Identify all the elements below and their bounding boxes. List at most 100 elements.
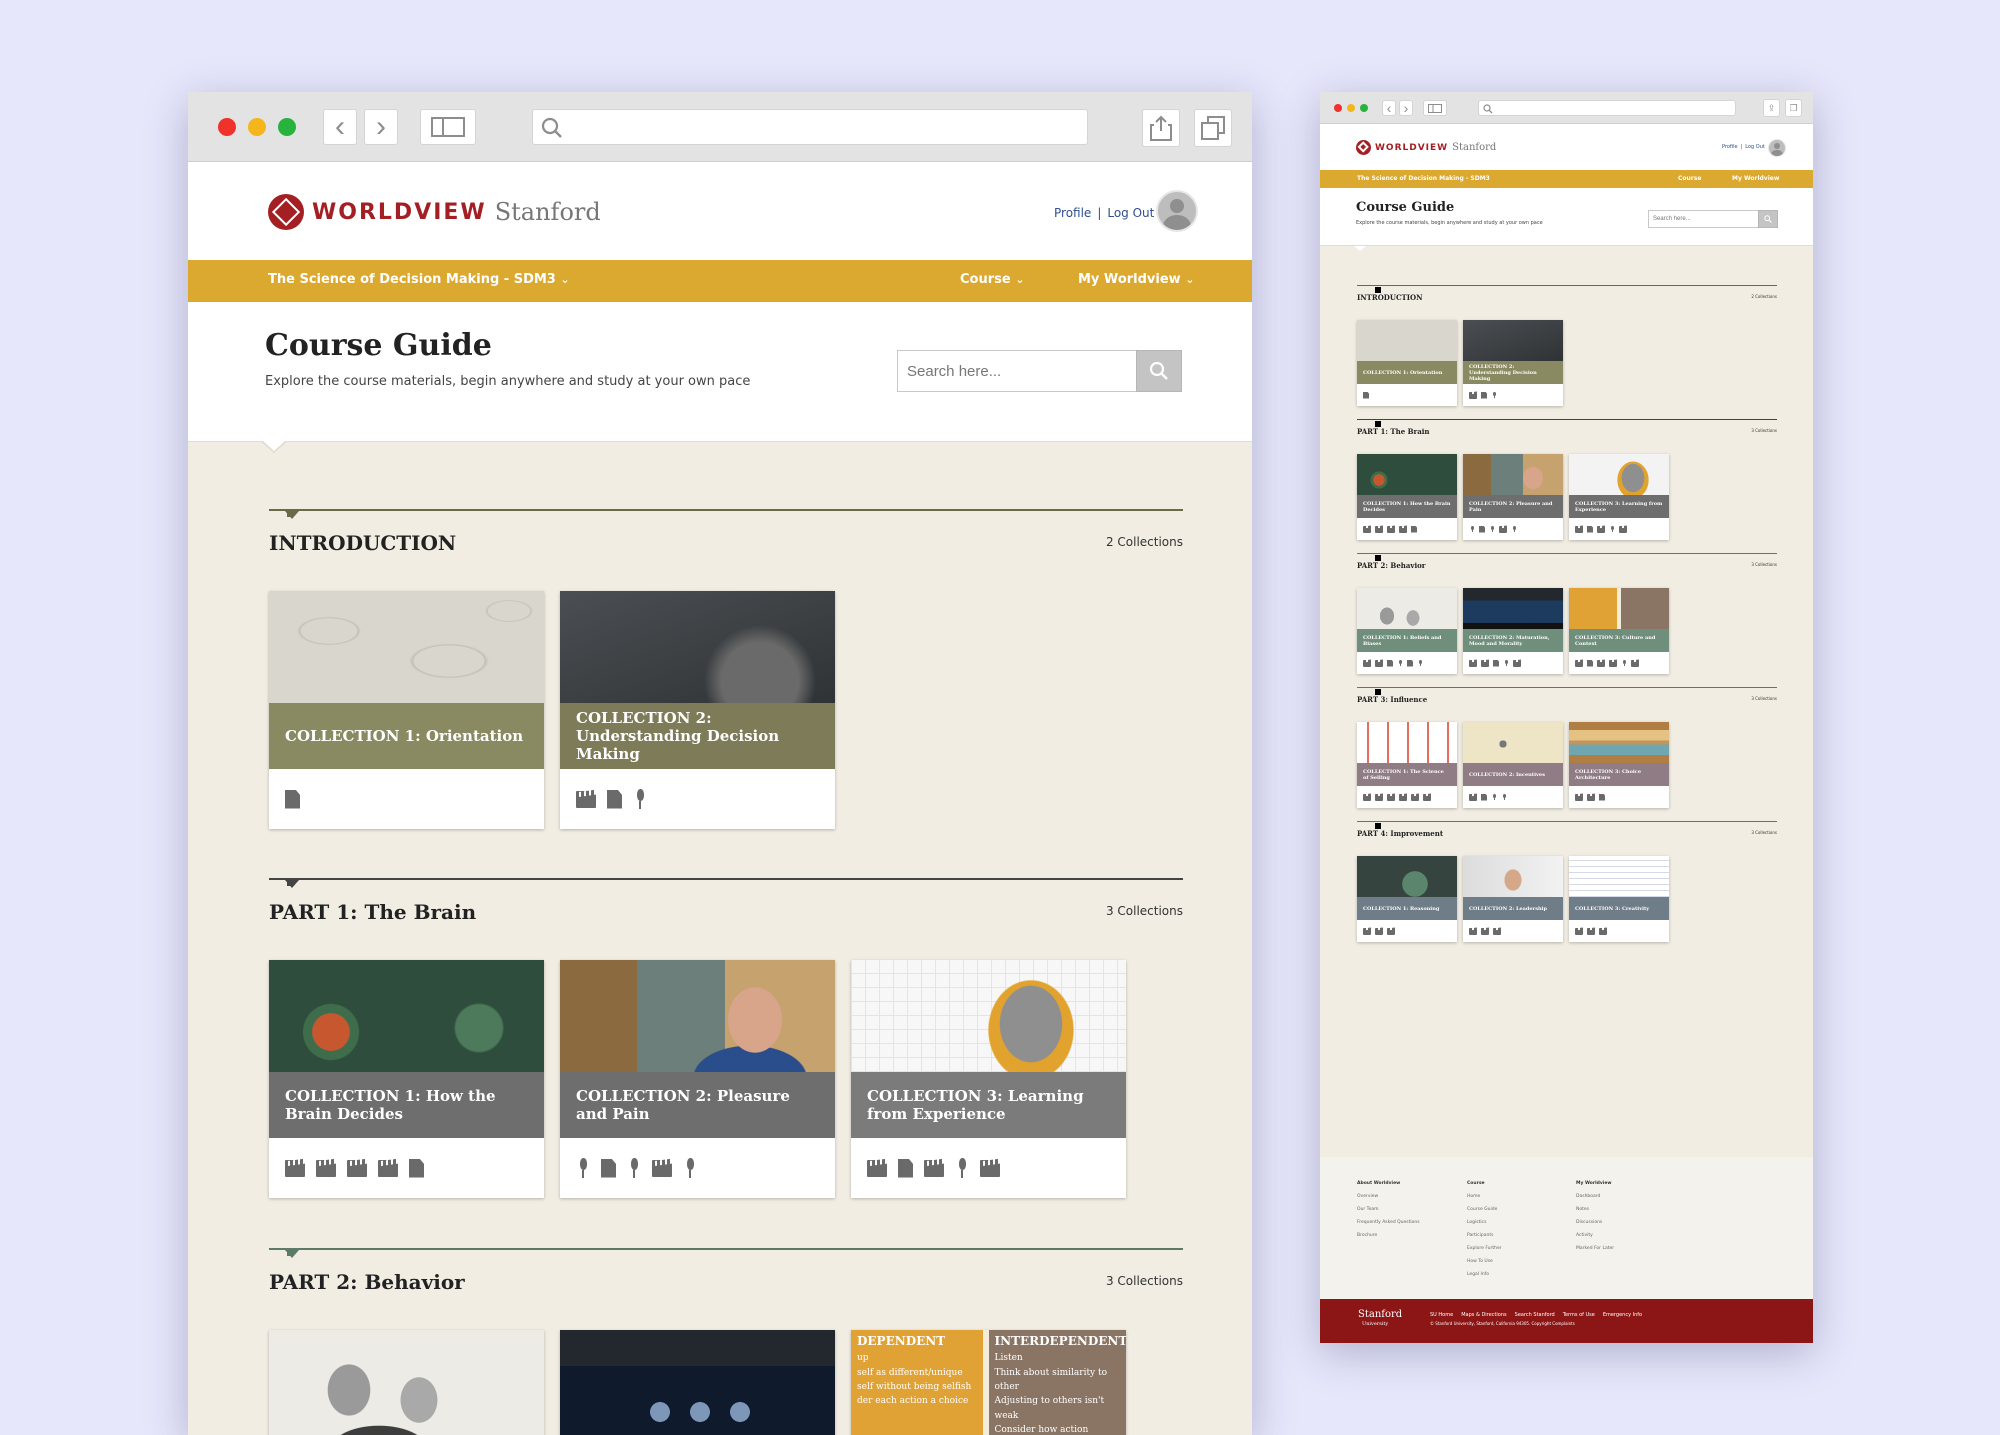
footer-link[interactable]: Frequently Asked Questions xyxy=(1357,1216,1420,1229)
footer-link[interactable]: Logistics xyxy=(1467,1216,1502,1229)
collection-card[interactable]: COLLECTION 3: Learning from Experience xyxy=(851,960,1126,1198)
my-worldview-dropdown[interactable]: My Worldview ⌄ xyxy=(1078,272,1194,287)
video-icon xyxy=(1469,659,1477,667)
interdependent-line: Think about similarity to other xyxy=(994,1367,1108,1392)
footer-link[interactable]: Marked For Later xyxy=(1576,1242,1614,1255)
document-icon xyxy=(1587,659,1593,667)
copyright: © Stanford University, Stanford, Califor… xyxy=(1430,1321,1575,1326)
card-image xyxy=(1569,588,1669,629)
collection-card[interactable]: COLLECTION 3: Culture and Context xyxy=(1569,588,1669,674)
footer-link[interactable]: Home xyxy=(1467,1190,1502,1203)
video-icon xyxy=(1597,525,1605,533)
footer-link[interactable]: Our Team xyxy=(1357,1203,1420,1216)
collection-card[interactable]: COLLECTION 3: Choice Architecture xyxy=(1569,722,1669,808)
collection-card[interactable]: COLLECTION 1: Beliefs and Biases xyxy=(1357,588,1457,674)
worldview-logo[interactable]: WORLDVIEW Stanford xyxy=(268,194,601,230)
course-menu-dropdown[interactable]: Course ⌄ xyxy=(960,272,1024,287)
minimize-window-dot[interactable] xyxy=(1347,104,1355,112)
footer-link[interactable]: Dashboard xyxy=(1576,1190,1614,1203)
search-button[interactable] xyxy=(1136,350,1182,392)
sidebar-toggle-icon[interactable] xyxy=(420,109,476,145)
footer-link[interactable]: Overview xyxy=(1357,1190,1420,1203)
collection-card[interactable]: COLLECTION 2: Incentives xyxy=(1463,722,1563,808)
logout-link[interactable]: Log Out xyxy=(1107,206,1154,220)
my-worldview-dropdown[interactable]: My Worldview xyxy=(1732,175,1779,182)
interdependent-line: Consider how action affects o xyxy=(994,1425,1089,1435)
collection-card[interactable]: COLLECTION 2: Maturation, Mood and Moral… xyxy=(1463,588,1563,674)
stanford-link[interactable]: Terms of Use xyxy=(1563,1312,1595,1318)
forward-arrow-icon[interactable]: › xyxy=(1399,100,1413,116)
collection-card[interactable]: COLLECTION 2: Understanding Decision Mak… xyxy=(560,591,835,829)
footer-link[interactable]: Discussions xyxy=(1576,1216,1614,1229)
minimize-window-dot[interactable] xyxy=(248,118,266,136)
document-icon xyxy=(1599,793,1605,801)
back-arrow-icon[interactable]: ‹ xyxy=(323,109,357,145)
footer-link[interactable]: Participants xyxy=(1467,1229,1502,1242)
worldview-logo-icon xyxy=(268,194,304,230)
stanford-link[interactable]: SU Home xyxy=(1430,1312,1453,1318)
user-avatar[interactable] xyxy=(1156,190,1198,232)
back-arrow-icon[interactable]: ‹ xyxy=(1382,100,1396,116)
close-window-dot[interactable] xyxy=(1334,104,1342,112)
collection-card[interactable]: COLLECTION 1: How the Brain Decides xyxy=(1357,454,1457,540)
footer-link[interactable]: Course Guide xyxy=(1467,1203,1502,1216)
collection-card[interactable]: COLLECTION 3: Learning from Experience xyxy=(1569,454,1669,540)
footer-link[interactable]: Notes xyxy=(1576,1203,1614,1216)
collection-card[interactable]: COLLECTION 2: Pleasure and Pain xyxy=(1463,454,1563,540)
video-icon xyxy=(1387,793,1395,801)
footer-link[interactable]: How To Use xyxy=(1467,1255,1502,1268)
section-part-3-influence: PART 3: Influence 3 Collections COLLECTION… xyxy=(1357,687,1777,817)
card-media-icons xyxy=(560,769,835,829)
share-icon[interactable]: ⇪ xyxy=(1763,99,1780,117)
profile-link[interactable]: Profile xyxy=(1722,144,1738,150)
collection-card[interactable] xyxy=(560,1330,835,1435)
logout-link[interactable]: Log Out xyxy=(1745,144,1765,150)
collection-card[interactable]: COLLECTION 3: Creativity xyxy=(1569,856,1669,942)
address-bar[interactable] xyxy=(532,109,1088,145)
dependent-line: der each action a choice xyxy=(857,1396,969,1407)
stanford-link[interactable]: Search Stanford xyxy=(1515,1312,1555,1318)
collection-card[interactable] xyxy=(269,1330,544,1435)
document-icon xyxy=(1481,391,1487,399)
footer-link[interactable]: Legal Info xyxy=(1467,1268,1502,1281)
tabs-icon[interactable]: ❐ xyxy=(1785,99,1802,117)
course-name-dropdown[interactable]: The Science of Decision Making - SDM3 xyxy=(1357,175,1490,182)
collection-card[interactable]: COLLECTION 1: Orientation xyxy=(269,591,544,829)
collection-card[interactable]: COLLECTION 1: Reasoning xyxy=(1357,856,1457,942)
search-input[interactable]: Search here... xyxy=(1648,210,1759,228)
maximize-window-dot[interactable] xyxy=(278,118,296,136)
card-media-icons xyxy=(1463,920,1563,942)
course-menu-dropdown[interactable]: Course xyxy=(1678,175,1701,182)
footer-link[interactable]: Brochure xyxy=(1357,1229,1420,1242)
address-bar[interactable] xyxy=(1478,100,1736,116)
collection-card[interactable]: COLLECTION 2: Leadership xyxy=(1463,856,1563,942)
footer-link[interactable]: Activity xyxy=(1576,1229,1614,1242)
tabs-icon[interactable] xyxy=(1194,109,1232,147)
profile-link[interactable]: Profile xyxy=(1054,206,1091,220)
share-icon[interactable] xyxy=(1142,109,1180,147)
sidebar-toggle-icon[interactable] xyxy=(1423,100,1447,116)
collection-card[interactable]: DEPENDENT up self as different/unique se… xyxy=(851,1330,1126,1435)
collection-card[interactable]: COLLECTION 2: Understanding Decision Mak… xyxy=(1463,320,1563,406)
course-name-dropdown[interactable]: The Science of Decision Making - SDM3 ⌄ xyxy=(268,272,570,287)
close-window-dot[interactable] xyxy=(218,118,236,136)
card-title: COLLECTION 3: Creativity xyxy=(1575,905,1650,912)
stanford-link[interactable]: Maps & Directions xyxy=(1461,1312,1506,1318)
stanford-university: University xyxy=(1362,1321,1389,1327)
forward-arrow-icon[interactable]: › xyxy=(364,109,398,145)
collection-card[interactable]: COLLECTION 1: How the Brain Decides xyxy=(269,960,544,1198)
card-title: COLLECTION 2: Pleasure and Pain xyxy=(1469,500,1553,513)
worldview-logo[interactable]: WORLDVIEW Stanford xyxy=(1356,140,1496,155)
footer-link[interactable]: Explore Further xyxy=(1467,1242,1502,1255)
user-avatar[interactable] xyxy=(1768,139,1786,157)
stanford-link[interactable]: Emergency Info xyxy=(1603,1312,1642,1318)
search-button[interactable] xyxy=(1758,210,1778,228)
collection-card[interactable]: COLLECTION 1: Orientation xyxy=(1357,320,1457,406)
search-input[interactable]: Search here... xyxy=(897,350,1137,392)
collection-card[interactable]: COLLECTION 2: Pleasure and Pain xyxy=(560,960,835,1198)
collection-card[interactable]: COLLECTION 1: The Science of Selling xyxy=(1357,722,1457,808)
video-icon xyxy=(1363,659,1371,667)
maximize-window-dot[interactable] xyxy=(1360,104,1368,112)
audio-icon xyxy=(1491,391,1497,399)
card-media-icons xyxy=(1463,384,1563,406)
